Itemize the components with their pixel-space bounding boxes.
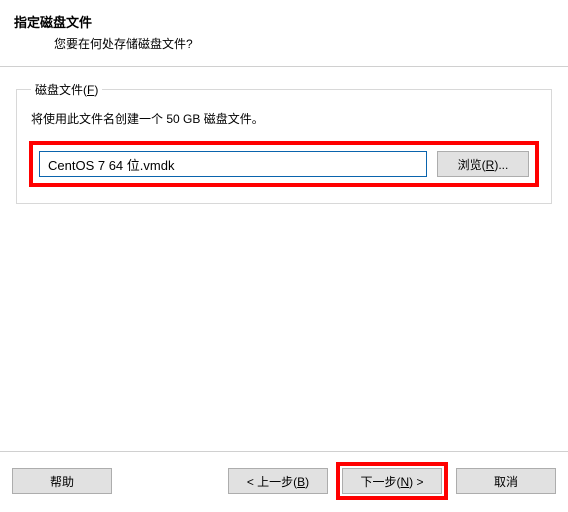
disk-filename-input[interactable] bbox=[39, 151, 427, 177]
page-title: 指定磁盘文件 bbox=[14, 12, 554, 31]
filename-row-highlight: 浏览(R)... bbox=[29, 141, 539, 187]
page-subtitle: 您要在何处存储磁盘文件? bbox=[14, 31, 554, 52]
help-button[interactable]: 帮助 bbox=[12, 468, 112, 494]
cancel-button[interactable]: 取消 bbox=[456, 468, 556, 494]
next-button[interactable]: 下一步(N) > bbox=[342, 468, 442, 494]
nav-button-group: < 上一步(B) 下一步(N) > 取消 bbox=[228, 462, 556, 500]
next-button-highlight: 下一步(N) > bbox=[336, 462, 448, 500]
wizard-footer: 帮助 < 上一步(B) 下一步(N) > 取消 bbox=[0, 451, 568, 512]
wizard-header: 指定磁盘文件 您要在何处存储磁盘文件? bbox=[0, 0, 568, 56]
disk-file-group: 磁盘文件(F) 将使用此文件名创建一个 50 GB 磁盘文件。 浏览(R)... bbox=[16, 81, 552, 204]
browse-button[interactable]: 浏览(R)... bbox=[437, 151, 529, 177]
back-button[interactable]: < 上一步(B) bbox=[228, 468, 328, 494]
disk-file-legend: 磁盘文件(F) bbox=[31, 81, 102, 98]
content-area: 磁盘文件(F) 将使用此文件名创建一个 50 GB 磁盘文件。 浏览(R)... bbox=[0, 67, 568, 218]
disk-file-description: 将使用此文件名创建一个 50 GB 磁盘文件。 bbox=[31, 110, 539, 127]
